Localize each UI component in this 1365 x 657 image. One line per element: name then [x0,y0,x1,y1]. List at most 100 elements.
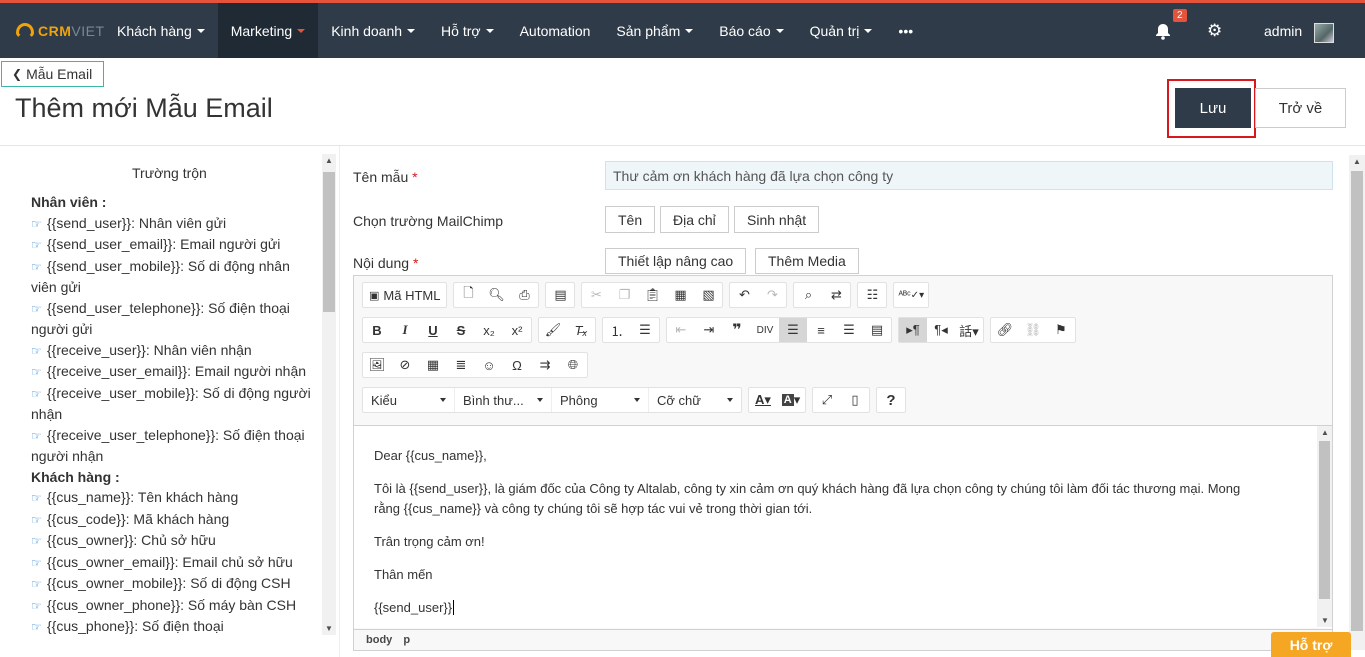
crmviet-logo[interactable]: CRMVIET [16,21,105,41]
ltr-icon[interactable]: ▸¶ [899,318,927,342]
maximize-icon[interactable]: ⤢ [813,388,841,412]
cut-icon[interactable]: ✂ [582,283,610,307]
paste-word-icon[interactable]: ▧ [694,283,722,307]
mailchimp-birthday-button[interactable]: Sinh nhật [734,206,820,233]
select-all-icon[interactable]: ☷ [858,283,886,307]
template-name-input[interactable] [605,161,1333,190]
merge-field-item[interactable]: ☞ {{send_user_telephone}}: Số điện thoại … [31,298,311,340]
source-button[interactable]: ▣ Mã HTML [363,283,446,307]
merge-field-item[interactable]: ☞ {{cus_phone}}: Số điện thoại [31,616,311,638]
italic-icon[interactable]: I [391,318,419,342]
add-media-button[interactable]: Thêm Media [755,248,859,274]
editor-scrollbar[interactable]: ▲ ▼ [1317,426,1332,627]
spellcheck-icon[interactable]: ᴬᴮᶜ✓▾ [894,283,928,307]
nav-item[interactable]: Marketing [217,3,319,58]
flash-icon[interactable]: ⊘ [391,353,419,377]
special-char-icon[interactable]: Ω [503,353,531,377]
table-icon[interactable]: ▦ [419,353,447,377]
gear-icon[interactable]: ⚙ [1207,21,1222,41]
replace-icon[interactable]: ⇄ [822,283,850,307]
merge-field-item[interactable]: ☞ {{cus_owner_email}}: Email chủ sở hữu [31,552,311,574]
print-icon[interactable]: ⎙ [510,283,538,307]
subscript-icon[interactable]: x₂ [475,318,503,342]
bold-icon[interactable]: B [363,318,391,342]
div-container-icon[interactable]: DIV [751,318,779,342]
smiley-icon[interactable]: ☺ [475,353,503,377]
merge-field-item[interactable]: ☞ {{cus_code}}: Mã khách hàng [31,509,311,531]
back-to-email-templates-button[interactable]: ❮ Mẫu Email [1,61,105,87]
merge-field-item[interactable]: ☞ {{cus_owner}}: Chủ sở hữu [31,530,311,552]
bg-color-icon[interactable]: A ▾ [777,388,805,412]
merge-field-item[interactable]: ☞ {{receive_user_telephone}}: Số điện tho… [31,425,311,467]
merge-field-item[interactable]: ☞ {{cus_name}}: Tên khách hàng [31,487,311,509]
image-icon[interactable]: 🖼︎ [363,353,391,377]
link-icon[interactable]: 🔗︎ [991,318,1019,342]
merge-field-item[interactable]: ☞ {{send_user}}: Nhân viên gửi [31,213,311,235]
page-scrollbar-thumb[interactable] [1351,171,1363,631]
copy-format-icon[interactable]: 🖌︎ [539,318,567,342]
user-name[interactable]: admin [1264,23,1302,39]
help-icon[interactable]: ? [877,388,905,412]
nav-item[interactable]: Kinh doanh [318,3,428,58]
left-scrollbar-thumb[interactable] [323,172,335,312]
merge-field-item[interactable]: ☞ {{receive_user}}: Nhân viên nhận [31,340,311,362]
align-right-icon[interactable]: ☰ [835,318,863,342]
rtl-icon[interactable]: ¶◂ [927,318,955,342]
scroll-up-icon[interactable]: ▲ [325,156,333,165]
align-left-icon[interactable]: ☰ [779,318,807,342]
format-select[interactable]: Bình thư... [455,388,552,412]
text-color-icon[interactable]: A▾ [749,388,777,412]
scroll-up-icon[interactable]: ▲ [1353,157,1361,166]
align-center-icon[interactable]: ≡ [807,318,835,342]
nav-item[interactable]: Sản phẩm [603,3,706,58]
path-body[interactable]: body [366,634,392,646]
remove-format-icon[interactable]: T̶ₓ [567,318,595,342]
mailchimp-name-button[interactable]: Tên [605,206,656,233]
advanced-settings-button[interactable]: Thiết lập nâng cao [605,248,747,274]
size-select[interactable]: Cỡ chữ [649,388,741,412]
outdent-icon[interactable]: ⇤ [667,318,695,342]
save-button[interactable]: Lưu [1175,88,1251,128]
language-icon[interactable]: 話▾ [955,318,983,342]
scroll-down-icon[interactable]: ▼ [1321,616,1329,625]
avatar[interactable] [1314,23,1334,43]
nav-item[interactable]: Báo cáo [706,3,796,58]
left-scrollbar[interactable]: ▲ ▼ [322,154,336,635]
style-select[interactable]: Kiểu [363,388,455,412]
unlink-icon[interactable]: ⛓ [1019,318,1047,342]
editor-content-area[interactable]: Dear {{cus_name}}, Tôi là {{send_user}},… [354,425,1332,628]
strike-icon[interactable]: S [447,318,475,342]
merge-field-item[interactable]: ☞ {{receive_user_mobile}}: Số di động ngư… [31,383,311,425]
paste-text-icon[interactable]: ▦ [666,283,694,307]
preview-icon[interactable]: 🔍︎ [482,283,510,307]
find-icon[interactable]: ⌕ [794,283,822,307]
merge-field-item[interactable]: ☞ {{send_user_email}}: Email người gửi [31,234,311,256]
paste-icon[interactable]: 📋︎ [638,283,666,307]
return-button[interactable]: Trở về [1255,88,1346,128]
show-blocks-icon[interactable]: ▯ [841,388,869,412]
copy-icon[interactable]: ❐ [610,283,638,307]
new-page-icon[interactable]: 🗋 [454,283,482,307]
redo-icon[interactable]: ↷ [758,283,786,307]
justify-icon[interactable]: ▤ [863,318,891,342]
bell-icon[interactable] [1154,22,1172,40]
superscript-icon[interactable]: x² [503,318,531,342]
editor-scrollbar-thumb[interactable] [1319,441,1330,599]
nav-item[interactable]: Automation [507,3,604,58]
merge-field-item[interactable]: ☞ {{cus_owner_phone}}: Số máy bàn CSH [31,595,311,617]
underline-icon[interactable]: U [419,318,447,342]
nav-item[interactable]: Khách hàng [104,3,218,58]
path-p[interactable]: p [403,634,410,646]
merge-field-item[interactable]: ☞ {{send_user_mobile}}: Số di động nhân v… [31,256,311,298]
undo-icon[interactable]: ↶ [730,283,758,307]
horizontal-line-icon[interactable]: ≣ [447,353,475,377]
blockquote-icon[interactable]: ❞ [723,318,751,342]
nav-item[interactable]: Hỗ trợ [428,3,507,58]
iframe-globe-icon[interactable]: 🌐︎ [559,353,587,377]
merge-field-item[interactable]: ☞ {{receive_user_email}}: Email người nhậ… [31,361,311,383]
scroll-up-icon[interactable]: ▲ [1321,428,1329,437]
anchor-flag-icon[interactable]: ⚑ [1047,318,1075,342]
nav-item[interactable]: ••• [885,3,926,58]
merge-field-item[interactable]: ☞ {{cus_owner_mobile}}: Số di động CSH [31,573,311,595]
support-tab[interactable]: Hỗ trợ [1271,632,1351,657]
